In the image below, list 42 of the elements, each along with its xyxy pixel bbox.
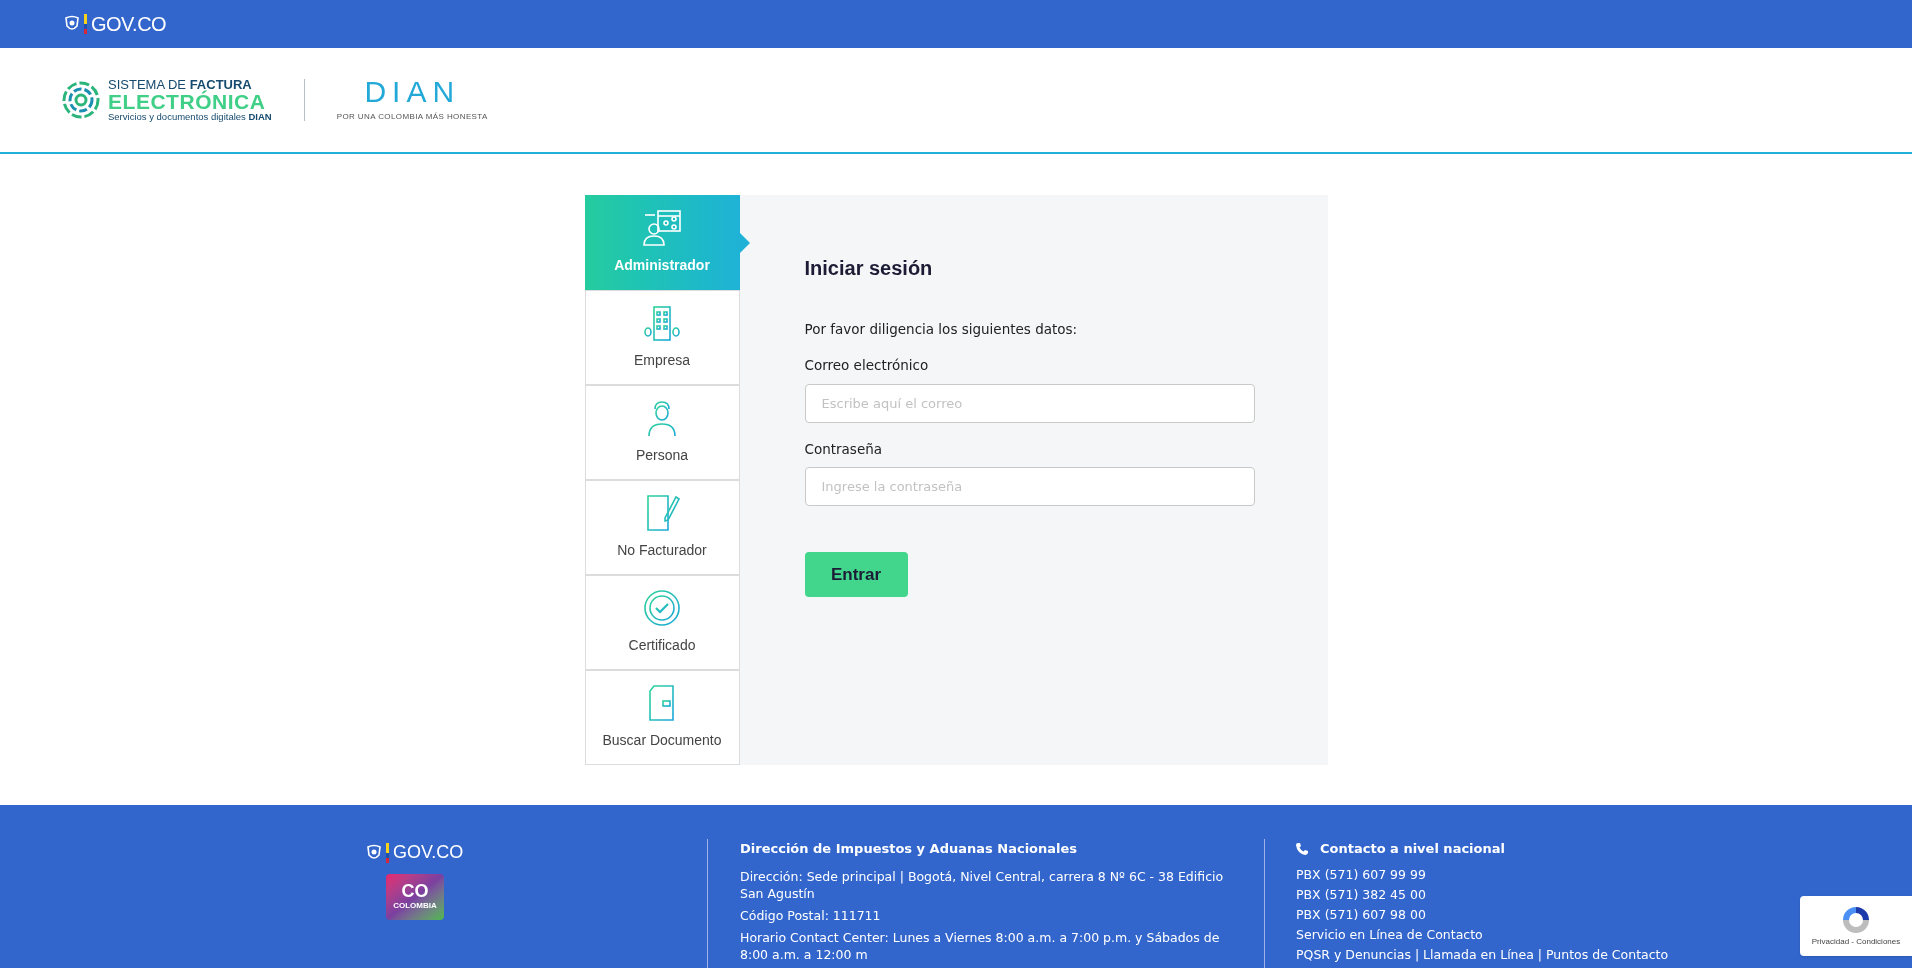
logo-tagline: Servicios y documentos digitales DIAN [108,112,272,122]
entity-info-text: Dirección: Sede principal | Bogotá, Nivel Central, carrera 8 Nº 6C - 38 Edificio San Agustín [740,867,1224,902]
gov-co-brand[interactable]: GOV.CO [393,839,464,866]
building-icon [642,304,682,342]
coat-of-arms-icon [64,15,80,33]
field-label: Correo electrónico [804,356,930,376]
contact-info-text[interactable]: PQSR y Denuncias | Llamada en Línea | Puntos de Contacto [1296,945,1669,963]
profile-tab[interactable]: Persona [584,385,740,480]
dian-tagline: POR UNA COLOMBIA MÁS HONESTA [336,111,488,123]
input-field[interactable]: Ingrese la contraseña [804,466,1255,506]
dian-logo: DIAN [364,77,461,107]
login-title: Iniciar sesión [804,256,934,281]
coat-of-arms-icon [366,843,382,862]
instructions-text: Por favor diligencia los siguientes datos: [804,320,1079,339]
contact-title: Contacto a nivel nacional [1320,840,1505,858]
recaptcha-links[interactable]: Privacidad - Condiciones [1811,936,1901,948]
contact-info-text[interactable]: Servicio en Línea de Contacto [1296,925,1669,943]
colombia-logo-mark: CO [401,882,429,900]
phone-icon [1296,842,1308,855]
selected-pointer-icon [739,233,750,253]
colombia-logo-text: COLOMBIA [393,900,437,912]
check-seal-icon [642,589,682,627]
admin-network-icon [642,209,682,247]
contact-info-text: PBX (571) 607 98 00 [1296,905,1427,923]
contact-info-text: PBX (571) 382 45 00 [1296,885,1427,903]
entity-info-text: Horario Contact Center: Lunes a Viernes 8:00 a.m. a 7:00 p.m. y Sábados de 8:00 a.m. a 12:00 m [740,928,1221,963]
submit-button[interactable]: Entrar [804,551,908,597]
input-field[interactable]: Escribe aquí el correo [804,383,1255,423]
flag-stripe-icon [386,842,389,863]
field-label: Contraseña [804,439,884,459]
entity-info-text: Código Postal: 111711 [740,906,882,924]
recaptcha-icon [1840,904,1872,936]
logo-subtitle: ELECTRÓNICA [108,91,267,113]
profile-tab[interactable]: No Facturador [584,480,740,575]
profile-tab[interactable]: Buscar Documento [584,670,740,765]
contact-info-text: PBX (571) 607 99 99 [1296,865,1427,883]
profile-tab[interactable]: Empresa [584,290,740,385]
profile-tab[interactable]: Certificado [584,575,740,670]
gov-co-brand[interactable]: GOV.CO [91,9,167,39]
logo-title: SISTEMA DE FACTURA [108,78,252,92]
flag-stripe-icon [84,14,87,34]
entity-title: Dirección de Impuestos y Aduanas Nacionales [740,840,1079,858]
